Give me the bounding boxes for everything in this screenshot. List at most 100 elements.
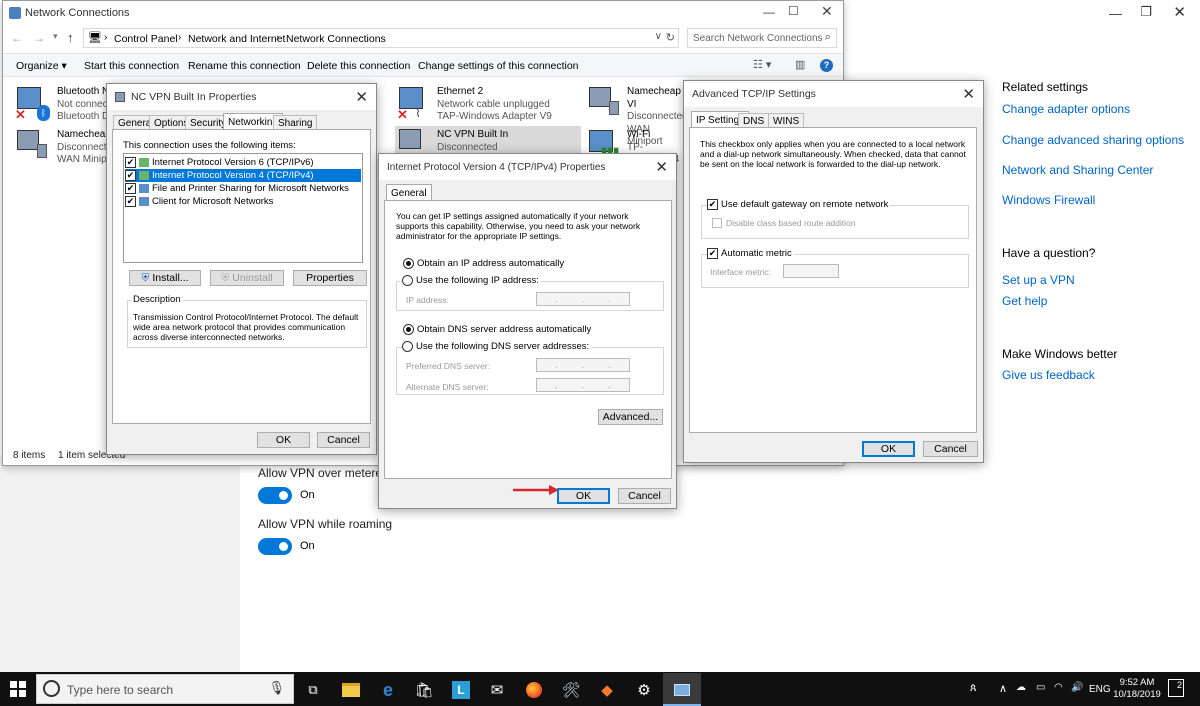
language-indicator[interactable]: ENG (1089, 684, 1111, 695)
interface-metric-field[interactable] (783, 264, 839, 278)
link-get-help[interactable]: Get help (1002, 294, 1047, 308)
checkbox-icon[interactable]: ✔ (125, 196, 136, 207)
connection-bluetooth[interactable]: ✕ ᛒ Bluetooth Ne Not connect Bluetooth De (15, 85, 115, 125)
connection-nc-vpn[interactable]: NC VPN Built In Disconnected (395, 126, 581, 154)
link-change-adapter[interactable]: Change adapter options (1002, 102, 1130, 116)
obtain-dns-radio[interactable]: Obtain DNS server address automatically (403, 324, 591, 335)
vpn-close-icon[interactable]: ✕ (355, 88, 368, 106)
checkbox-icon[interactable]: ✔ (125, 183, 136, 194)
checkbox-icon[interactable]: ✔ (125, 157, 136, 168)
default-gateway-checkbox[interactable]: ✔ Use default gateway on remote network (707, 199, 891, 210)
tab-ipv4-general[interactable]: General (386, 184, 432, 201)
use-dns-radio[interactable]: Use the following DNS server addresses: (402, 341, 592, 352)
notification-center-icon[interactable]: 2 (1168, 679, 1184, 697)
show-hidden-icons[interactable]: ∧ (999, 682, 1007, 695)
install-button[interactable]: ⛨ Install... (129, 270, 201, 286)
checkbox-icon[interactable]: ✔ (707, 199, 718, 210)
explorer-search[interactable]: Search Network Connections ⌕ (687, 28, 837, 48)
mail-icon[interactable]: ✉ (486, 679, 508, 701)
preferred-dns-field[interactable]: ... (536, 358, 630, 372)
view-options-icon[interactable]: ☷ ▾ (753, 58, 771, 71)
start-windows-icon[interactable] (10, 681, 26, 697)
link-advanced-sharing[interactable]: Change advanced sharing options (1002, 133, 1184, 147)
vpn-ok-button[interactable]: OK (257, 432, 310, 448)
people-icon[interactable]: ጰ (970, 682, 977, 695)
ipv4-ok-button[interactable]: OK (557, 488, 610, 504)
radio-icon[interactable] (402, 341, 413, 352)
forward-icon[interactable]: → (33, 31, 45, 45)
link-sharing-center[interactable]: Network and Sharing Center (1002, 163, 1153, 177)
change-settings-button[interactable]: Change settings of this connection (418, 60, 579, 72)
alternate-dns-field[interactable]: ... (536, 378, 630, 392)
metered-toggle[interactable] (258, 487, 292, 504)
item-ipv4-selected[interactable]: ✔ Internet Protocol Version 4 (TCP/IPv4) (125, 169, 361, 182)
use-ip-radio[interactable]: Use the following IP address: (402, 275, 541, 286)
radio-icon[interactable] (403, 324, 414, 335)
firefox-icon[interactable] (523, 679, 545, 701)
help-icon[interactable]: ? (820, 59, 833, 72)
address-dropdown-icon[interactable]: ∨ (655, 31, 662, 42)
advanced-ok-button[interactable]: OK (862, 441, 915, 457)
class-route-checkbox[interactable]: Disable class based route addition (712, 218, 855, 228)
connection-ethernet-2[interactable]: ✕ ⌇ Ethernet 2 Network cable unplugged TAP… (397, 85, 577, 125)
rename-connection-button[interactable]: Rename this connection (188, 60, 301, 72)
address-bar[interactable]: 🖥 › Control Panel › Network and Internet… (83, 28, 679, 48)
connection-namecheap-1[interactable]: Namecheap- Disconnect WAN Minipo (15, 128, 115, 168)
tool-app-icon[interactable]: 🛠 (560, 679, 582, 701)
onedrive-icon[interactable]: ☁ (1016, 682, 1026, 693)
uninstall-button[interactable]: ⛨ Uninstall (210, 270, 284, 286)
breadcrumb-control-panel[interactable]: Control Panel (114, 33, 178, 45)
fiery-app-icon[interactable]: ◆ (596, 679, 618, 701)
link-feedback[interactable]: Give us feedback (1002, 368, 1095, 382)
checkbox-icon[interactable]: ✔ (125, 170, 136, 181)
organize-menu[interactable]: Organize ▾ (16, 60, 67, 72)
auto-metric-checkbox[interactable]: ✔ Automatic metric (707, 248, 794, 259)
explorer-maximize-icon[interactable]: ☐ (788, 4, 799, 18)
radio-icon[interactable] (402, 275, 413, 286)
advanced-cancel-button[interactable]: Cancel (923, 441, 978, 457)
taskbar-search-box[interactable]: Type here to search 🎙 (36, 674, 294, 704)
store-icon[interactable]: 🛍 (413, 679, 435, 701)
radio-icon[interactable] (403, 258, 414, 269)
task-view-icon[interactable]: ⧉ (302, 679, 324, 701)
link-firewall[interactable]: Windows Firewall (1002, 193, 1095, 207)
battery-icon[interactable]: ▭ (1036, 682, 1045, 693)
breadcrumb-network-internet[interactable]: Network and Internet (188, 33, 285, 45)
vpn-cancel-button[interactable]: Cancel (317, 432, 370, 448)
checkbox-icon[interactable]: ✔ (707, 248, 718, 259)
refresh-icon[interactable]: ↻ (666, 31, 675, 44)
roaming-toggle[interactable] (258, 538, 292, 555)
back-icon[interactable]: ← (11, 31, 23, 45)
start-connection-button[interactable]: Start this connection (84, 60, 179, 72)
app-l-icon[interactable]: L (450, 679, 472, 701)
explorer-minimize-icon[interactable]: — (763, 5, 775, 19)
properties-button[interactable]: Properties (293, 270, 367, 286)
ipv4-cancel-button[interactable]: Cancel (618, 488, 671, 504)
settings-gear-icon[interactable]: ⚙ (633, 679, 655, 701)
minimize-icon[interactable]: — (1109, 6, 1122, 21)
edge-icon[interactable]: e (377, 679, 399, 701)
recent-chevron-icon[interactable]: ▾ (53, 31, 58, 42)
ipv4-close-icon[interactable]: ✕ (655, 158, 668, 176)
obtain-ip-radio[interactable]: Obtain an IP address automatically (403, 258, 564, 269)
item-client[interactable]: ✔ Client for Microsoft Networks (125, 195, 361, 208)
link-setup-vpn[interactable]: Set up a VPN (1002, 273, 1075, 287)
up-icon[interactable]: ↑ (67, 30, 74, 45)
close-icon[interactable]: ✕ (1173, 3, 1186, 21)
advanced-close-icon[interactable]: ✕ (962, 85, 975, 103)
clock[interactable]: 9:52 AM 10/18/2019 (1113, 677, 1161, 701)
item-ipv6[interactable]: ✔ Internet Protocol Version 6 (TCP/IPv6) (125, 156, 361, 169)
file-explorer-icon[interactable] (340, 679, 362, 701)
breadcrumb-network-connections[interactable]: Network Connections (286, 33, 386, 45)
wifi-icon[interactable]: ◠ (1054, 682, 1063, 693)
checkbox-icon[interactable] (712, 218, 722, 228)
volume-icon[interactable]: 🔊 (1071, 682, 1083, 693)
item-file-sharing[interactable]: ✔ File and Printer Sharing for Microsoft … (125, 182, 361, 195)
control-panel-app-icon[interactable] (671, 679, 693, 701)
ip-address-field[interactable]: ... (536, 292, 630, 306)
connection-namecheap-2[interactable]: Namecheap VI Disconnected WAN Miniport (587, 85, 688, 147)
delete-connection-button[interactable]: Delete this connection (307, 60, 410, 72)
explorer-close-icon[interactable]: ✕ (821, 3, 833, 20)
advanced-button[interactable]: Advanced... (598, 409, 663, 425)
restore-icon[interactable]: ❐ (1140, 4, 1152, 20)
